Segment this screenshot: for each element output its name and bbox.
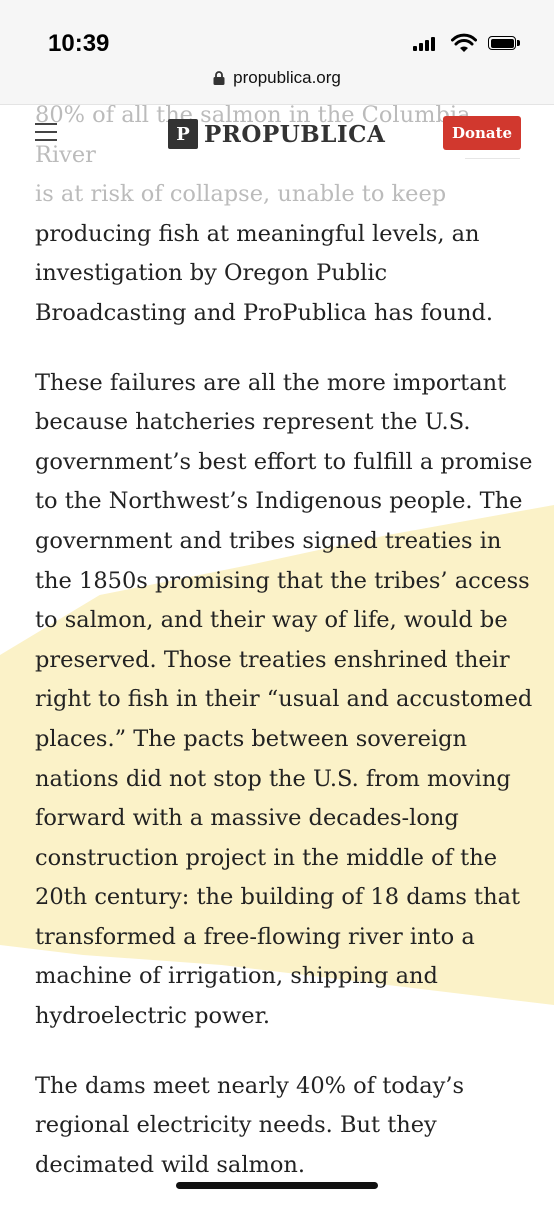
donate-button[interactable]: Donate	[443, 116, 521, 150]
site-header: P PROPUBLICA Donate	[0, 104, 554, 160]
article-paragraph-2: These failures are all the more importan…	[35, 369, 533, 1030]
header-divider	[465, 158, 520, 159]
paragraph-line: Broadcasting and ProPublica has found.	[35, 299, 494, 326]
status-time: 10:39	[48, 30, 110, 57]
propublica-logo[interactable]: P PROPUBLICA	[168, 118, 385, 150]
paragraph-line: is at risk of collapse, unable to keep	[35, 181, 447, 208]
status-bar: 10:39	[0, 0, 554, 60]
lock-icon	[213, 71, 225, 85]
battery-icon	[488, 36, 522, 52]
logo-mark: P	[168, 119, 198, 149]
url-text: propublica.org	[233, 68, 341, 87]
hamburger-menu-icon[interactable]	[35, 123, 57, 141]
paragraph-line: producing fish at meaningful levels, an	[35, 220, 480, 247]
article-paragraph-3: The dams meet nearly 40% of today’s regi…	[35, 1072, 465, 1178]
cellular-signal-icon	[413, 37, 439, 51]
wifi-icon	[451, 33, 477, 52]
home-indicator[interactable]	[176, 1182, 378, 1189]
address-bar[interactable]: propublica.org	[0, 60, 554, 105]
logo-text: PROPUBLICA	[204, 120, 386, 148]
paragraph-line: investigation by Oregon Public	[35, 260, 388, 287]
article-body: 80% of all the salmon in the Columbia Ri…	[35, 96, 535, 1215]
